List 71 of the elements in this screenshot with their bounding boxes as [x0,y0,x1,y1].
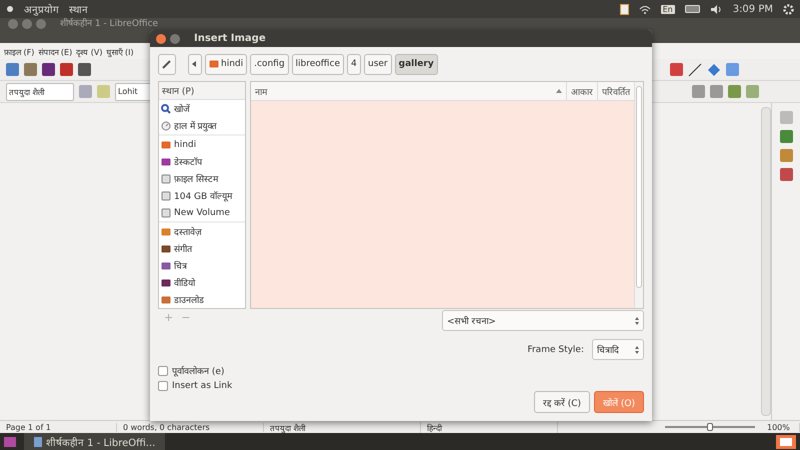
place-item[interactable]: hindi [159,136,245,153]
menu-item[interactable]: दृश्य (V) [76,46,102,56]
minimize-button[interactable] [22,19,32,29]
window-title: शीर्षकहीन 1 - LibreOffice [60,19,158,30]
search-icon [161,104,171,114]
style-dropdown[interactable]: तपयुदा शैली [6,82,74,100]
spinner-icon [635,346,639,354]
clock-icon [161,120,171,130]
place-item[interactable]: 104 GB वॉल्यूम [159,187,245,204]
wifi-icon[interactable] [638,4,651,14]
left-arrow-icon [192,61,196,67]
pencil-icon [162,59,172,69]
speaker-icon[interactable] [710,4,723,14]
place-item[interactable]: New Volume [159,204,245,221]
place-item[interactable]: डाउनलोड [159,291,245,308]
close-button[interactable] [156,34,166,44]
close-button[interactable] [8,19,18,29]
menu-item[interactable]: घुसाएँ (I) [106,46,134,56]
place-item[interactable]: हाल में प्रयुक्त [159,117,245,134]
path-crumb[interactable]: libreoffice [292,54,344,74]
frame-style-dropdown[interactable]: चित्रादि [592,339,644,360]
checkbox[interactable] [158,366,168,376]
line-icon[interactable] [688,62,702,76]
scrollbar[interactable] [761,107,771,416]
menu-item[interactable]: संपादन (E) [38,46,72,56]
document-icon [34,436,42,446]
keyboard-indicator[interactable]: En [660,4,675,14]
minimize-button[interactable] [170,34,180,44]
place-item[interactable]: फ़ाइल सिस्टम [159,170,245,187]
battery-icon[interactable] [684,5,701,13]
path-crumb[interactable]: gallery [394,54,438,74]
menu-item[interactable]: फ़ाइल (F) [4,46,34,56]
maximize-button[interactable] [36,19,46,29]
checkbox[interactable] [158,381,168,391]
place-item[interactable]: खोजें [159,100,245,117]
edit-path-button[interactable] [158,54,176,74]
place-item[interactable]: डेस्कटॉप [159,153,245,170]
panel-menu[interactable]: स्थान [69,2,88,16]
clipboard-icon[interactable] [620,4,629,14]
path-crumb[interactable]: .config [250,54,289,74]
zoom-thumb[interactable] [707,423,713,431]
column-header[interactable]: नाम [251,82,566,100]
page-count: Page 1 of 1 [0,422,117,432]
word-count: 0 words, 0 characters [117,422,264,432]
checkbox-label: पूर्वावलोकन (e) [172,365,224,377]
path-crumb[interactable]: user [364,54,392,74]
sort-arrow-icon [556,89,562,93]
path-crumb[interactable]: hindi [205,54,248,74]
column-header[interactable]: आकार [566,82,597,100]
cancel-button[interactable]: रद्द करें (C) [534,391,590,413]
diamond-icon[interactable] [707,62,721,76]
spinner-icon [635,316,639,324]
taskbar-item[interactable]: शीर्षकहीन 1 - LibreOffi... [24,432,166,450]
place-item[interactable]: चित्र [159,257,245,274]
taskbar-label: शीर्षकहीन 1 - LibreOffi... [46,436,156,448]
settings-icon[interactable] [783,4,794,14]
back-button[interactable] [188,54,202,74]
path-crumb[interactable]: 4 [346,54,361,74]
window-icon[interactable] [776,434,796,448]
place-item[interactable]: वीडियो [159,274,245,291]
panel-menu[interactable]: अनुप्रयोग [24,2,59,16]
place-item[interactable]: संगीत [159,240,245,257]
checkbox-label: Insert as Link [172,381,232,391]
places-header: स्थान (P) [159,82,245,100]
zoom-level: 100% [761,422,800,432]
file-list-scrollbar[interactable] [634,82,643,308]
clock[interactable]: 3:09 PM [732,4,773,14]
filter-dropdown[interactable]: <सभी रचना> [442,310,644,331]
frame-style-label: Frame Style: [527,344,584,354]
dialog-title: Insert Image [194,33,266,44]
place-item[interactable]: दस्तावेज़ [159,223,245,240]
